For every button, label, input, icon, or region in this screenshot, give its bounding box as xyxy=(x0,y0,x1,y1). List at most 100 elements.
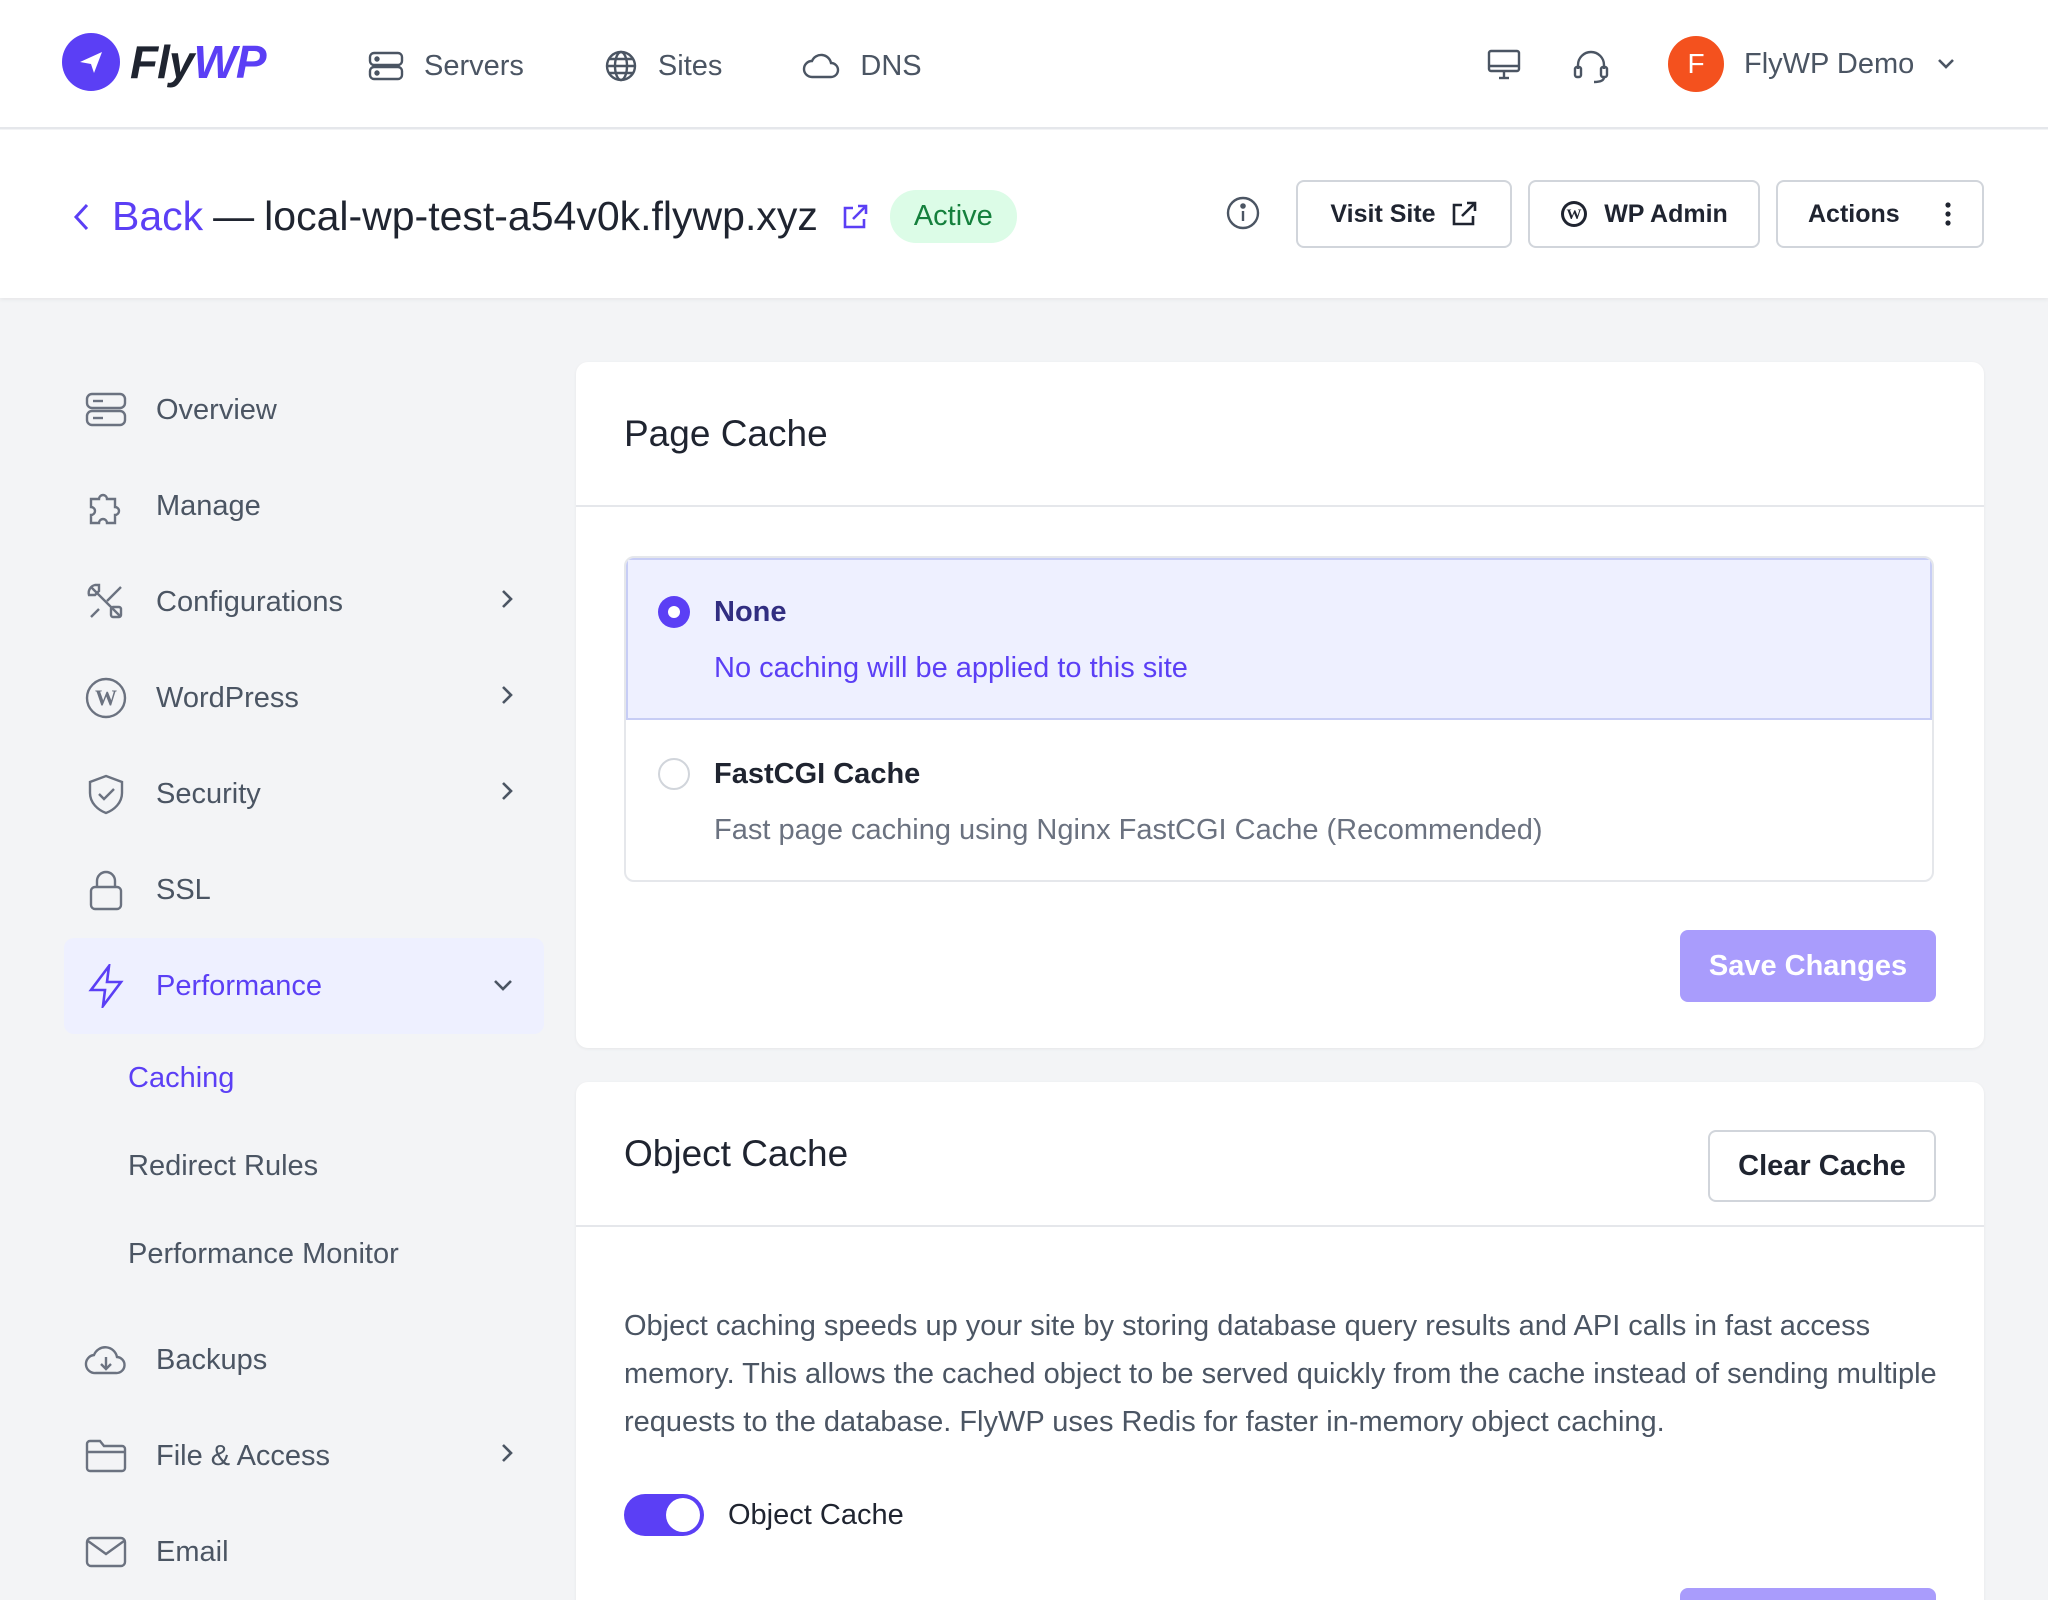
sidebar-item-label: WordPress xyxy=(156,681,299,714)
sidebar-item-performance[interactable]: Performance xyxy=(64,938,544,1034)
nav-sites-label: Sites xyxy=(657,49,723,82)
save-changes-button[interactable]: Save Changes xyxy=(1680,930,1936,1002)
sidebar-item-manage[interactable]: Manage xyxy=(64,458,544,554)
sidebar-subitem-redirect-rules[interactable]: Redirect Rules xyxy=(64,1122,544,1210)
cache-option-fastcgi[interactable]: FastCGI Cache Fast page caching using Ng… xyxy=(626,720,1932,880)
external-link-icon xyxy=(1452,201,1476,226)
nav-servers[interactable]: Servers xyxy=(368,40,524,92)
object-cache-save-button[interactable] xyxy=(1680,1588,1936,1600)
wp-admin-button[interactable]: W WP Admin xyxy=(1528,180,1760,248)
visit-site-button[interactable]: Visit Site xyxy=(1296,180,1512,248)
sidebar-item-label: Performance xyxy=(156,969,323,1002)
chevron-right-icon xyxy=(502,1444,513,1462)
sidebar-item-label: File & Access xyxy=(156,1439,331,1472)
sidebar-item-backups[interactable]: Backups xyxy=(64,1312,544,1408)
monitor-icon[interactable] xyxy=(1486,47,1522,88)
cloud-download-icon xyxy=(84,1338,128,1382)
logo-mark-icon xyxy=(62,33,120,91)
page-cache-title: Page Cache xyxy=(576,362,1984,507)
puzzle-icon xyxy=(84,484,128,528)
cloud-icon xyxy=(803,53,840,79)
sidebar-item-label: Backups xyxy=(156,1343,268,1376)
option-description: No caching will be applied to this site xyxy=(714,652,1188,684)
sidebar-item-ssl[interactable]: SSL xyxy=(64,842,544,938)
option-description: Fast page caching using Nginx FastCGI Ca… xyxy=(714,814,1543,846)
object-cache-toggle-label: Object Cache xyxy=(728,1498,904,1531)
sidebar-item-label: Email xyxy=(156,1535,229,1568)
actions-label: Actions xyxy=(1808,199,1900,228)
external-link-icon[interactable] xyxy=(840,202,870,232)
nav-sites[interactable]: Sites xyxy=(604,40,722,92)
svg-text:W: W xyxy=(1567,207,1582,223)
option-title: None xyxy=(714,596,787,628)
visit-site-label: Visit Site xyxy=(1330,199,1436,228)
breadcrumb: Back — local-wp-test-a54v0k.flywp.xyz Ac… xyxy=(72,190,1017,243)
object-cache-toggle[interactable] xyxy=(624,1494,704,1536)
page-cache-options: None No caching will be applied to this … xyxy=(624,556,1934,882)
folder-icon xyxy=(84,1434,128,1478)
info-icon[interactable] xyxy=(1225,195,1261,236)
top-navbar: FlyWP Servers Sites DNS F FlyWP Demo xyxy=(0,0,2048,129)
nav-dns-label: DNS xyxy=(860,49,922,82)
lock-icon xyxy=(84,868,128,912)
sidebar-item-label: Overview xyxy=(156,393,277,426)
sidebar-subitem-performance-monitor[interactable]: Performance Monitor xyxy=(64,1210,544,1298)
sidebar-item-overview[interactable]: Overview xyxy=(64,362,544,458)
avatar: F xyxy=(1668,36,1724,92)
sidebar-item-label: Configurations xyxy=(156,585,343,618)
server-stack-icon xyxy=(84,388,128,432)
chevron-right-icon xyxy=(502,782,513,800)
site-sidebar: Overview Manage Configurations W WordPre… xyxy=(64,362,544,1600)
sidebar-item-wordpress[interactable]: W WordPress xyxy=(64,650,544,746)
sidebar-item-label: Manage xyxy=(156,489,261,522)
chevron-down-icon xyxy=(1938,59,1955,69)
sidebar-item-security[interactable]: Security xyxy=(64,746,544,842)
sidebar-subitem-caching[interactable]: Caching xyxy=(64,1034,544,1122)
chevron-right-icon xyxy=(502,590,513,608)
wp-admin-label: WP Admin xyxy=(1604,199,1728,228)
radio-selected[interactable] xyxy=(658,596,690,628)
site-header: Back — local-wp-test-a54v0k.flywp.xyz Ac… xyxy=(0,130,2048,298)
tools-icon xyxy=(84,580,128,624)
support-headset-icon[interactable] xyxy=(1572,47,1610,90)
wordpress-icon: W xyxy=(84,676,128,720)
sidebar-item-label: SSL xyxy=(156,873,211,906)
object-cache-card: Object Cache Clear Cache Object caching … xyxy=(576,1082,1984,1600)
page-title: local-wp-test-a54v0k.flywp.xyz xyxy=(264,193,818,239)
title-separator: — xyxy=(213,193,255,239)
chevron-right-icon xyxy=(502,686,513,704)
sidebar-item-file-access[interactable]: File & Access xyxy=(64,1408,544,1504)
sidebar-item-label: Security xyxy=(156,777,261,810)
flywp-logo[interactable]: FlyWP xyxy=(62,33,267,91)
chevron-down-icon xyxy=(494,980,512,991)
nav-dns[interactable]: DNS xyxy=(802,40,922,92)
sidebar-item-email[interactable]: Email xyxy=(64,1504,544,1600)
option-title: FastCGI Cache xyxy=(714,758,921,790)
back-link[interactable]: Back xyxy=(112,193,203,240)
sidebar-item-configurations[interactable]: Configurations xyxy=(64,554,544,650)
user-name: FlyWP Demo xyxy=(1744,47,1915,80)
bolt-icon xyxy=(84,964,128,1008)
globe-icon xyxy=(605,50,637,82)
clear-cache-button[interactable]: Clear Cache xyxy=(1708,1130,1936,1202)
actions-menu-button[interactable]: Actions xyxy=(1776,180,1984,248)
page-cache-card: Page Cache None No caching will be appli… xyxy=(576,362,1984,1048)
shield-icon xyxy=(84,772,128,816)
object-cache-title: Object Cache xyxy=(624,1132,849,1174)
main-nav: Servers Sites DNS xyxy=(368,40,1002,92)
object-cache-header: Object Cache Clear Cache xyxy=(576,1082,1984,1227)
chevron-left-icon[interactable] xyxy=(72,201,92,233)
server-icon xyxy=(368,51,404,81)
object-cache-description: Object caching speeds up your site by st… xyxy=(624,1310,1937,1438)
more-vertical-icon xyxy=(1945,202,1951,226)
nav-servers-label: Servers xyxy=(424,49,524,82)
mail-icon xyxy=(84,1530,128,1574)
radio-unselected[interactable] xyxy=(658,758,690,790)
object-cache-toggle-row: Object Cache xyxy=(624,1494,904,1536)
wordpress-icon: W xyxy=(1561,201,1588,227)
cache-option-none[interactable]: None No caching will be applied to this … xyxy=(626,558,1932,720)
svg-text:W: W xyxy=(95,685,117,710)
user-menu[interactable]: F FlyWP Demo xyxy=(1668,36,1956,92)
logo-text: FlyWP xyxy=(130,36,267,88)
